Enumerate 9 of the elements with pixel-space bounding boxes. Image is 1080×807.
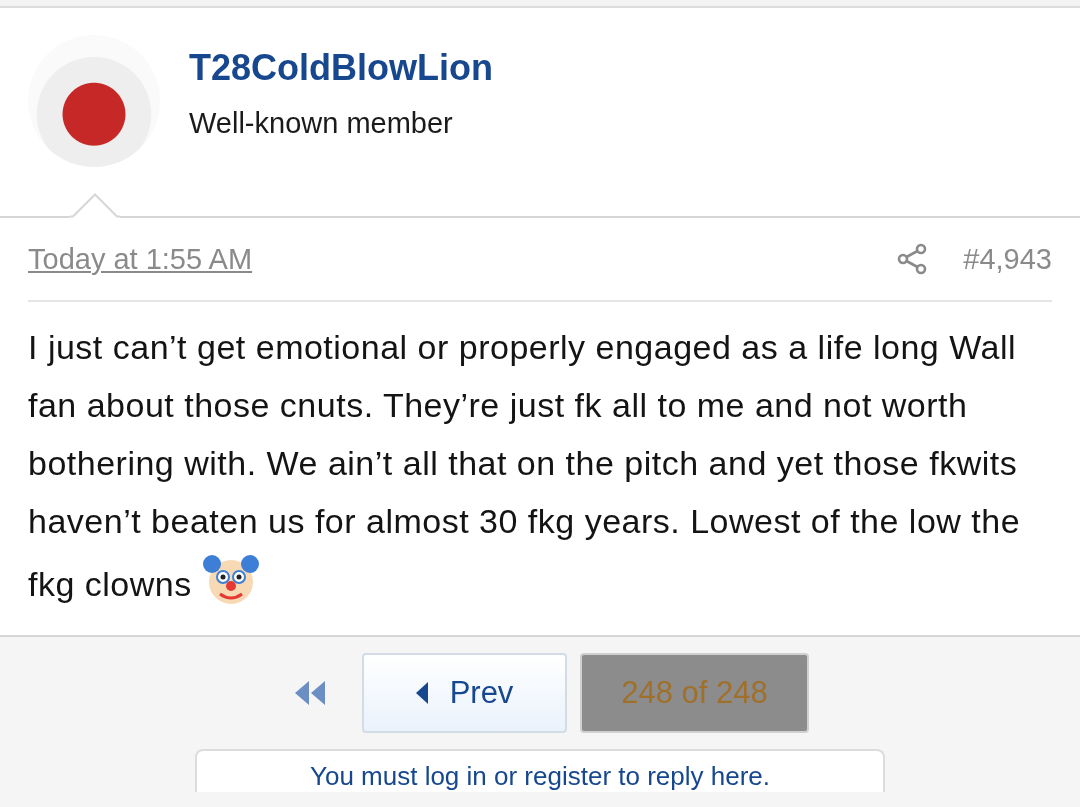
- post-body: I just can’t get emotional or properly engaged as a life long Wall fan about those cnuts. They’re just fk all to me and not worth bothering with. We ain’t all that on the pitch and yet those fkwits haven’t beaten us for almost 30 fkg years. Lowest of the low the fkg clowns: [28, 318, 1052, 613]
- user-title: Well-known member: [189, 107, 454, 140]
- prev-page-button[interactable]: Prev: [362, 653, 567, 733]
- username-link[interactable]: T28ColdBlowLion: [189, 47, 493, 89]
- share-icon[interactable]: [897, 243, 928, 275]
- caret-left-icon: [415, 682, 428, 704]
- post-date-link[interactable]: Today at 1:55 AM: [28, 242, 253, 276]
- reply-notice: You must log in or register to reply here.: [195, 749, 885, 792]
- post-number-link[interactable]: #4,943: [963, 242, 1052, 276]
